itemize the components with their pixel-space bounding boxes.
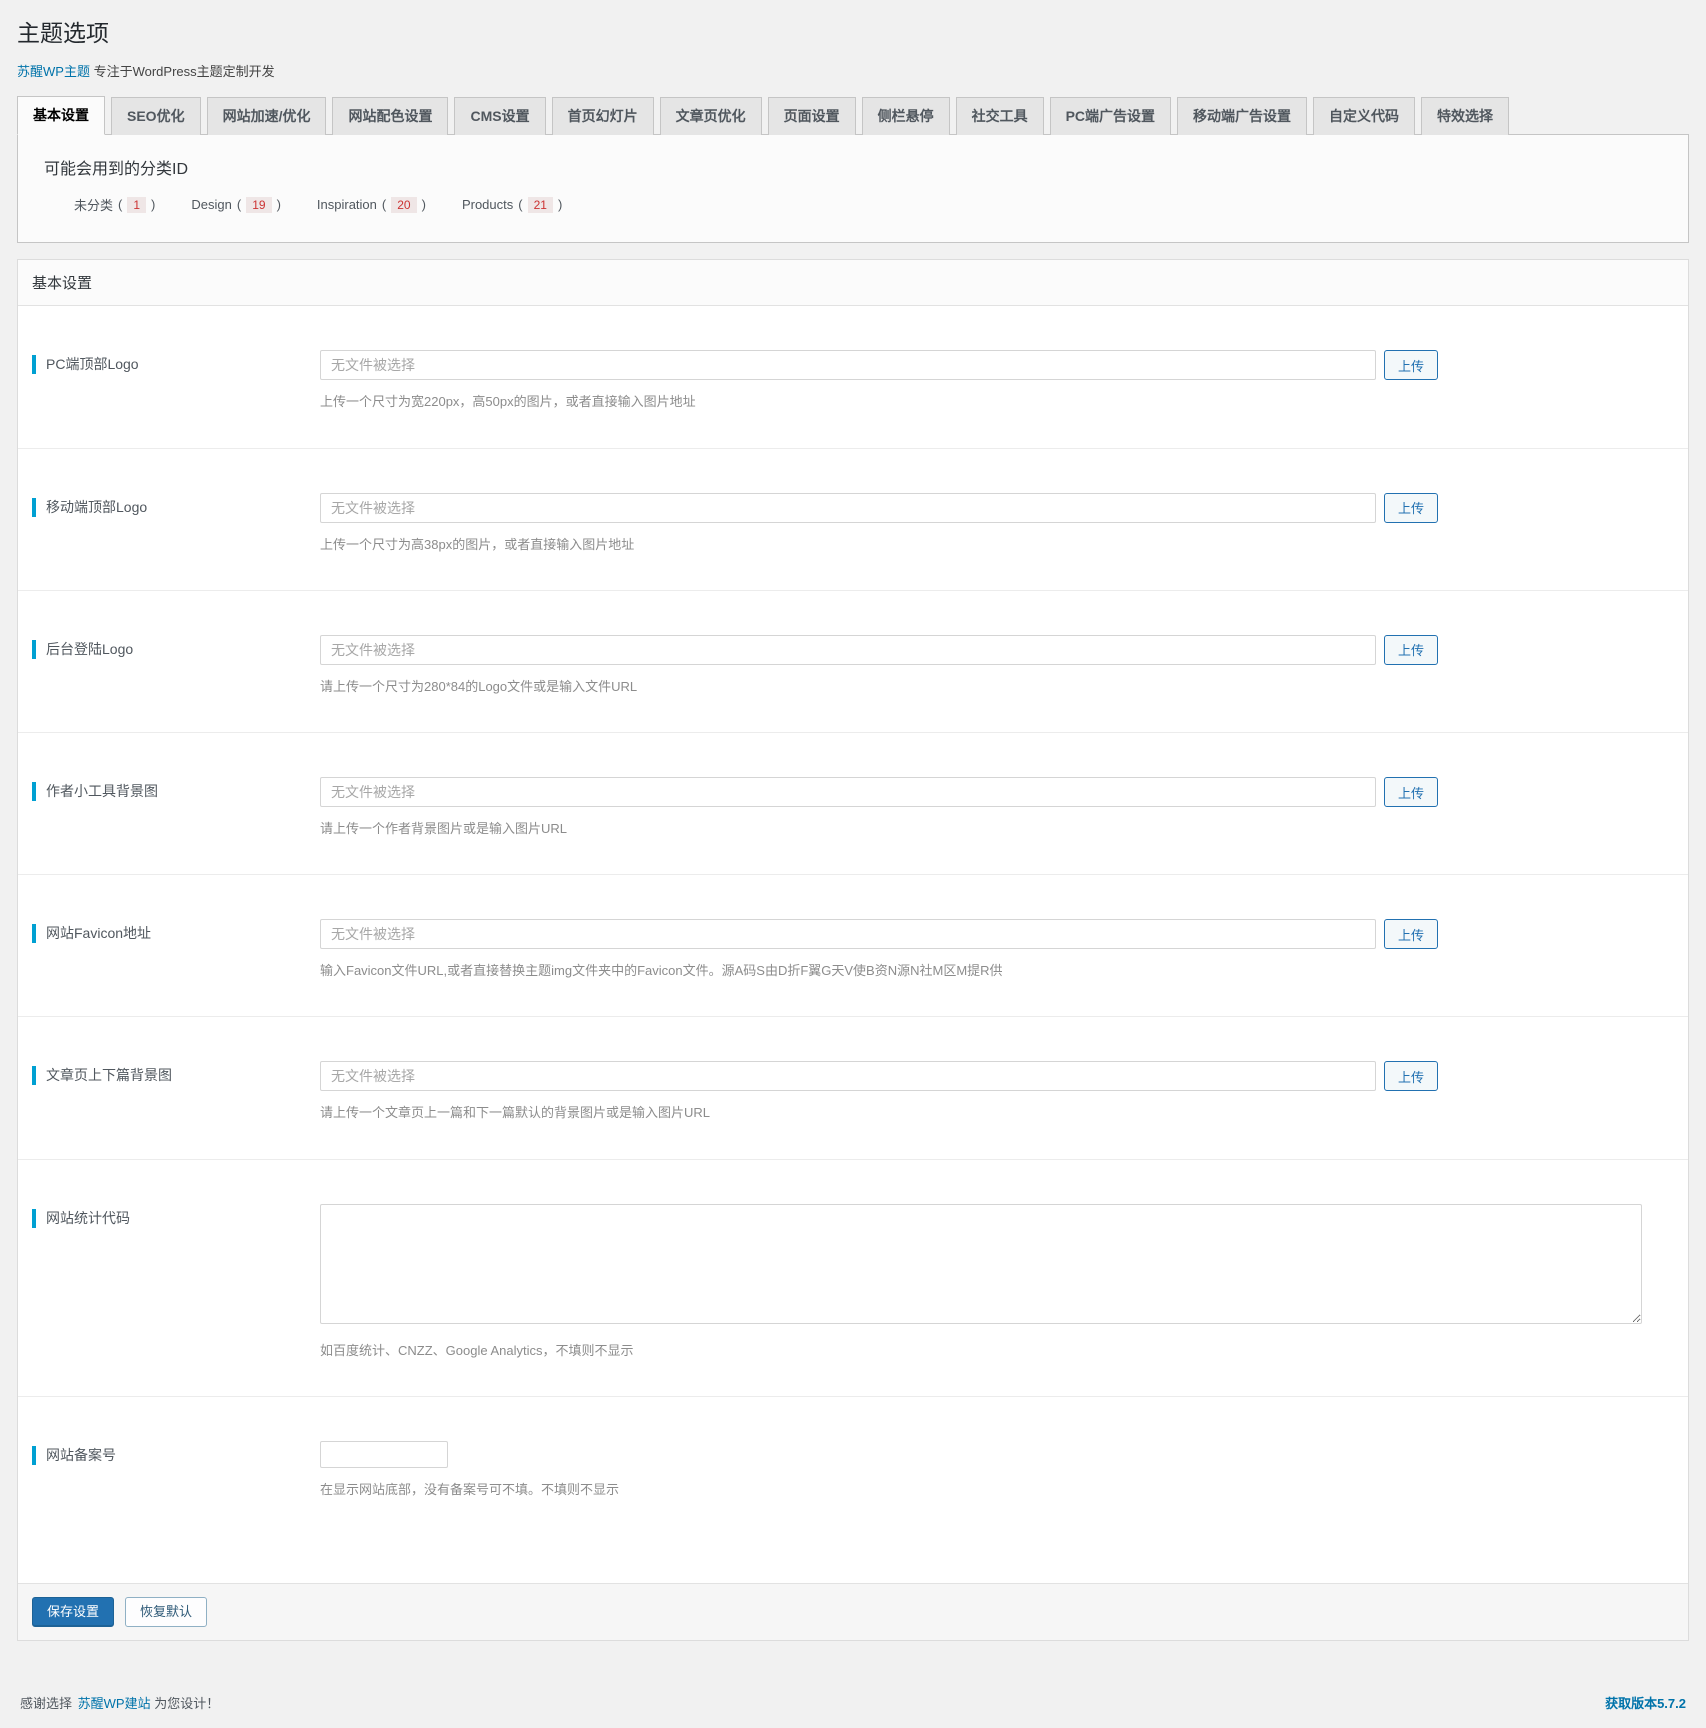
panel-body: PC端顶部Logo 上传 上传一个尺寸为宽220px，高50px的图片，或者直接… <box>18 306 1688 1583</box>
tab-mobile-ads[interactable]: 移动端广告设置 <box>1177 96 1308 136</box>
upload-button[interactable]: 上传 <box>1384 919 1439 950</box>
field-hint: 请上传一个文章页上一篇和下一篇默认的背景图片或是输入图片URL <box>320 1105 711 1121</box>
paren: ( <box>236 197 242 213</box>
upload-button[interactable]: 上传 <box>1384 1061 1439 1092</box>
favicon-url-input[interactable] <box>320 919 1376 950</box>
upload-button[interactable]: 上传 <box>1384 492 1439 523</box>
tab-page-settings[interactable]: 页面设置 <box>767 96 856 136</box>
category-item-products: Products ( 21 ) <box>461 196 563 213</box>
subtitle-text: 专注于WordPress主题定制开发 <box>93 63 275 79</box>
category-name: Design <box>191 197 232 213</box>
paren: ( <box>118 197 123 213</box>
row-mobile-logo: 移动端顶部Logo 上传 上传一个尺寸为高38px的图片，或者直接输入图片地址 <box>18 449 1688 591</box>
category-name: Inspiration <box>316 197 377 213</box>
category-panel-title: 可能会用到的分类ID <box>44 161 189 179</box>
row-icp-number: 网站备案号 在显示网站底部，没有备案号可不填。不填则不显示 <box>18 1397 1688 1583</box>
footer-theme-link[interactable]: 苏醒WP建站 <box>78 1696 151 1711</box>
row-admin-login-logo: 后台登陆Logo 上传 请上传一个尺寸为280*84的Logo文件或是输入文件U… <box>18 591 1688 734</box>
footer-thanks-prefix: 感谢选择 <box>20 1696 73 1712</box>
field-label: 网站统计代码 <box>32 1208 130 1228</box>
restore-defaults-button[interactable]: 恢复默认 <box>125 1596 208 1628</box>
save-settings-button[interactable]: 保存设置 <box>32 1596 115 1628</box>
tab-cms[interactable]: CMS设置 <box>454 96 546 136</box>
row-post-nav-bg: 文章页上下篇背景图 上传 请上传一个文章页上一篇和下一篇默认的背景图片或是输入图… <box>18 1017 1688 1160</box>
field-hint: 请上传一个作者背景图片或是输入图片URL <box>320 821 568 837</box>
field-hint: 上传一个尺寸为宽220px，高50px的图片，或者直接输入图片地址 <box>320 394 696 410</box>
tab-bar: 基本设置 SEO优化 网站加速/优化 网站配色设置 CMS设置 首页幻灯片 文章… <box>17 95 1689 136</box>
footer-thanks-suffix: 为您设计！ <box>154 1696 220 1712</box>
post-nav-bg-input[interactable] <box>320 1061 1376 1092</box>
field-hint: 如百度统计、CNZZ、Google Analytics，不填则不显示 <box>320 1342 634 1358</box>
field-hint: 在显示网站底部，没有备案号可不填。不填则不显示 <box>320 1481 620 1497</box>
author-widget-bg-input[interactable] <box>320 777 1376 808</box>
tab-basic-settings[interactable]: 基本设置 <box>17 95 105 136</box>
paren: ) <box>151 197 156 213</box>
stats-code-textarea[interactable] <box>320 1203 1642 1324</box>
tab-seo[interactable]: SEO优化 <box>111 96 201 136</box>
category-id-panel: 可能会用到的分类ID 未分类 ( 1 ) Design ( 19 ) Inspi… <box>17 135 1689 244</box>
upload-button[interactable]: 上传 <box>1384 350 1439 381</box>
field-label: 移动端顶部Logo <box>32 497 147 517</box>
category-item-uncategorized: 未分类 ( 1 ) <box>74 195 155 214</box>
upload-button[interactable]: 上传 <box>1384 634 1439 665</box>
panel-title: 基本设置 <box>18 260 1688 307</box>
get-version-link[interactable]: 获取版本5.7.2 <box>1605 1693 1686 1712</box>
page-wrap: 主题选项 苏醒WP主题 专注于WordPress主题定制开发 基本设置 SEO优… <box>0 0 1706 1728</box>
field-hint: 输入Favicon文件URL,或者直接替换主题img文件夹中的Favicon文件… <box>320 963 1003 979</box>
field-label: 文章页上下篇背景图 <box>32 1066 172 1086</box>
paren: ( <box>518 197 523 213</box>
icp-number-input[interactable] <box>320 1440 448 1468</box>
paren: ) <box>421 197 426 213</box>
field-label: 网站备案号 <box>32 1445 116 1465</box>
theme-author-link[interactable]: 苏醒WP主题 <box>17 64 90 79</box>
field-label: 作者小工具背景图 <box>32 782 158 801</box>
category-count: 20 <box>391 196 417 213</box>
category-count: 21 <box>527 196 553 213</box>
pc-logo-input[interactable] <box>320 350 1376 381</box>
field-hint: 请上传一个尺寸为280*84的Logo文件或是输入文件URL <box>320 678 638 694</box>
tab-speed-optimize[interactable]: 网站加速/优化 <box>206 96 327 136</box>
subtitle: 苏醒WP主题 专注于WordPress主题定制开发 <box>17 61 1689 80</box>
page-footer: 感谢选择 苏醒WP建站 为您设计！ 获取版本5.7.2 <box>17 1641 1689 1728</box>
field-label: PC端顶部Logo <box>32 355 139 375</box>
upload-button[interactable]: 上传 <box>1384 777 1439 808</box>
tab-effects[interactable]: 特效选择 <box>1421 96 1510 136</box>
row-stats-code: 网站统计代码 如百度统计、CNZZ、Google Analytics，不填则不显… <box>18 1160 1688 1397</box>
basic-settings-panel: 基本设置 PC端顶部Logo 上传 上传一个尺寸为宽220px，高50px的图片… <box>17 259 1689 1642</box>
category-item-design: Design ( 19 ) <box>191 196 281 213</box>
category-count: 1 <box>127 196 147 213</box>
field-label: 网站Favicon地址 <box>32 924 151 944</box>
row-pc-logo: PC端顶部Logo 上传 上传一个尺寸为宽220px，高50px的图片，或者直接… <box>18 306 1688 449</box>
tab-social-tools[interactable]: 社交工具 <box>955 96 1044 136</box>
category-count: 19 <box>246 196 272 213</box>
paren: ( <box>381 197 387 213</box>
admin-login-logo-input[interactable] <box>320 634 1376 665</box>
tab-custom-code[interactable]: 自定义代码 <box>1313 96 1416 136</box>
row-favicon: 网站Favicon地址 上传 输入Favicon文件URL,或者直接替换主题im… <box>18 875 1688 1018</box>
category-name: 未分类 <box>74 198 114 214</box>
paren: ) <box>276 197 281 213</box>
footer-thanks: 感谢选择 苏醒WP建站 为您设计！ <box>20 1693 221 1712</box>
tab-sidebar-hover[interactable]: 侧栏悬停 <box>861 96 950 136</box>
paren: ) <box>557 197 563 213</box>
row-author-widget-bg: 作者小工具背景图 上传 请上传一个作者背景图片或是输入图片URL <box>18 733 1688 876</box>
category-list: 未分类 ( 1 ) Design ( 19 ) Inspiration ( 20… <box>44 195 1662 214</box>
field-label: 后台登陆Logo <box>32 639 133 659</box>
mobile-logo-input[interactable] <box>320 492 1376 523</box>
field-hint: 上传一个尺寸为高38px的图片，或者直接输入图片地址 <box>320 536 635 552</box>
tab-article-page[interactable]: 文章页优化 <box>659 96 762 136</box>
tab-color-scheme[interactable]: 网站配色设置 <box>332 96 449 136</box>
tab-home-slider[interactable]: 首页幻灯片 <box>551 96 654 136</box>
category-name: Products <box>461 197 514 213</box>
tab-pc-ads[interactable]: PC端广告设置 <box>1049 96 1172 136</box>
page-title: 主题选项 <box>17 20 109 46</box>
category-item-inspiration: Inspiration ( 20 ) <box>316 196 426 213</box>
